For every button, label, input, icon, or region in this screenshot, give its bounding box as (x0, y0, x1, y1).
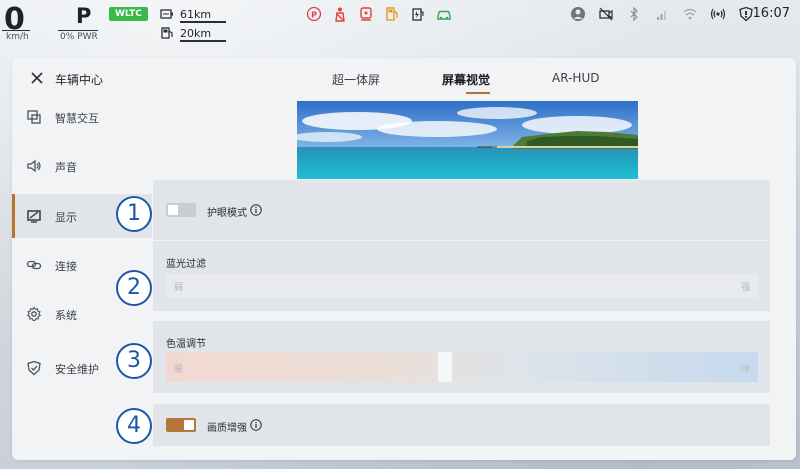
tab-ar-hud[interactable]: AR-HUD (552, 71, 599, 88)
close-icon[interactable] (28, 69, 46, 87)
blue-light-card: 蓝光过滤 弱 强 (153, 241, 770, 311)
panel-title: 车辆中心 (55, 73, 104, 87)
slider-min-label: 弱 (174, 283, 184, 293)
range-electric-bar (180, 21, 226, 23)
annotation-badge-2: 2 (116, 270, 152, 306)
annotation-badge-3: 3 (116, 343, 152, 379)
speaker-icon (27, 159, 41, 173)
tab-bar: 超一体屏 屏幕视觉 AR-HUD (332, 71, 599, 94)
smart-interaction-icon (27, 110, 41, 124)
enhance-card: 画质增强 (153, 404, 770, 446)
blue-light-slider[interactable]: 弱 强 (166, 274, 758, 298)
signal-icon (654, 6, 670, 22)
battery-range-icon (160, 9, 173, 19)
fuel-warning-icon (384, 6, 400, 22)
range-fuel-row: 20km (160, 26, 226, 42)
warning-icons: P (306, 6, 452, 22)
car-alert-icon (436, 6, 452, 22)
range-electric-value: 61km (180, 7, 212, 21)
broadcast-icon (710, 6, 726, 22)
slider-min-label: 暖 (174, 365, 184, 375)
gear-indicator: P (76, 4, 92, 28)
link-icon (26, 260, 42, 270)
power-readout: 0% PWR (60, 32, 98, 42)
range-fuel-bar (180, 40, 226, 42)
sidebar-item-sound[interactable]: 声音 (12, 144, 152, 188)
svg-text:P: P (311, 11, 317, 20)
wifi-icon (682, 6, 698, 22)
battery-charge-icon (410, 6, 426, 22)
eye-care-toggle[interactable] (166, 203, 196, 217)
tab-screen-visual[interactable]: 屏幕视觉 (442, 71, 491, 94)
tab-integrated-screen[interactable]: 超一体屏 (332, 71, 380, 88)
slider-max-label: 冷 (740, 365, 750, 375)
power-underline (58, 30, 98, 31)
color-temp-label: 色温调节 (166, 339, 206, 350)
color-temp-slider[interactable]: 暖 冷 (166, 352, 758, 382)
parking-brake-icon: P (306, 6, 322, 22)
fuel-pump-icon (161, 27, 173, 39)
eye-care-label: 护眼模式 (207, 208, 247, 219)
info-icon[interactable] (250, 204, 262, 216)
vehicle-center-panel: 车辆中心 智慧交互 声音 显示 连接 系统 安全维护 超一体屏 屏幕视觉 AR-… (12, 58, 796, 460)
shield-check-icon (27, 360, 41, 376)
speed-underline (2, 30, 30, 31)
no-camera-icon (598, 6, 614, 22)
display-icon (27, 210, 41, 223)
status-bar: 0 km/h P 0% PWR WLTC 61km 20km P 16:07 (0, 0, 800, 56)
enhance-label: 画质增强 (207, 423, 247, 434)
toggle-knob (168, 205, 178, 215)
sidebar-item-label: 系统 (55, 309, 77, 322)
sidebar-item-smart-interaction[interactable]: 智慧交互 (12, 95, 152, 139)
range-fuel-value: 20km (180, 26, 212, 40)
eye-care-card: 护眼模式 (153, 180, 770, 240)
slider-max-label: 强 (740, 283, 750, 293)
display-preview-image (297, 101, 638, 179)
annotation-badge-4: 4 (116, 408, 152, 444)
system-icons (570, 6, 754, 22)
speed-unit: km/h (6, 32, 29, 42)
slider-handle[interactable] (438, 352, 452, 382)
enhance-toggle[interactable] (166, 418, 196, 432)
seatbelt-icon (332, 6, 348, 22)
user-icon[interactable] (570, 6, 586, 22)
blue-light-label: 蓝光过滤 (166, 259, 206, 270)
sidebar-item-label: 智慧交互 (55, 112, 99, 125)
sidebar-item-label: 安全维护 (55, 363, 99, 376)
color-temp-card: 色温调节 暖 冷 (153, 321, 770, 393)
sidebar-item-label: 声音 (55, 161, 77, 174)
bluetooth-icon (626, 6, 642, 22)
clock: 16:07 (752, 6, 790, 21)
cycle-badge: WLTC (109, 7, 148, 21)
info-icon[interactable] (250, 419, 262, 431)
annotation-badge-1: 1 (116, 196, 152, 232)
gear-icon (26, 306, 42, 322)
toggle-knob (184, 420, 194, 430)
seat-heat-icon (358, 6, 374, 22)
sidebar-item-label: 显示 (55, 211, 77, 224)
range-electric-row: 61km (160, 7, 226, 23)
sidebar-item-label: 连接 (55, 260, 77, 273)
